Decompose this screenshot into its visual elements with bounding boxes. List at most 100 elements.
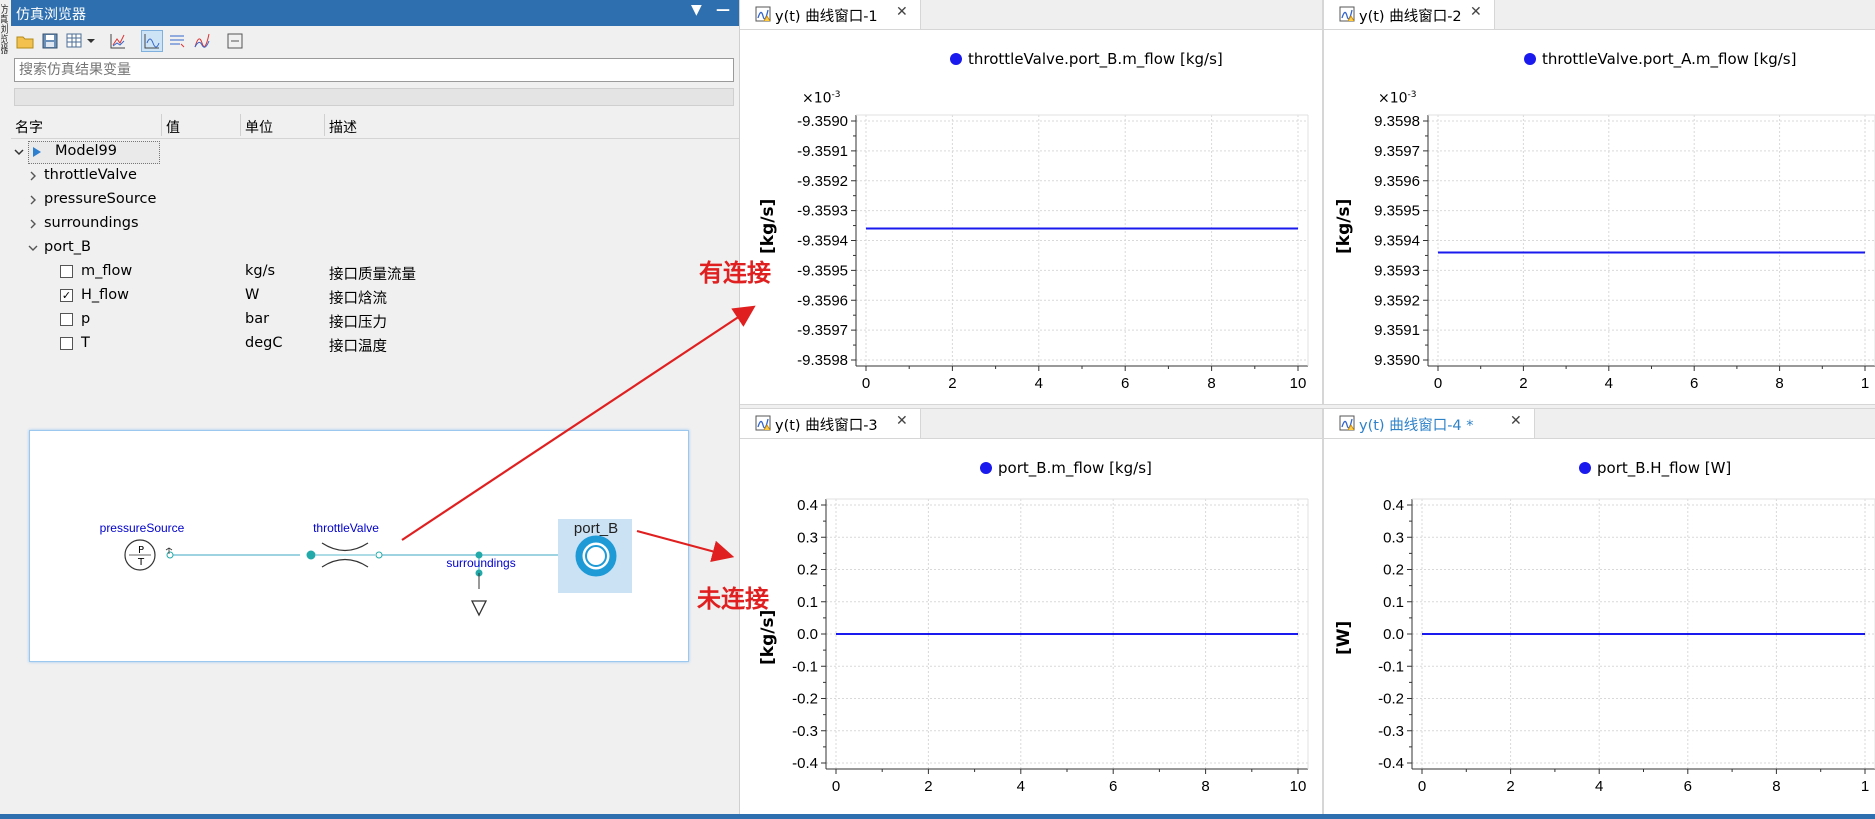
y-tick-label: 0.2 [1383, 562, 1404, 579]
variable-name: p [81, 311, 91, 327]
y-tick-label: 0.4 [797, 497, 818, 514]
status-bar [0, 814, 1875, 819]
label-pressureSource: pressureSource [100, 521, 185, 535]
tree-item-label: surroundings [44, 215, 139, 231]
tree-row-surroundings[interactable]: surroundings [11, 212, 739, 236]
plot-list-icon[interactable] [166, 30, 188, 52]
label-surroundings: surroundings [446, 556, 515, 570]
table-dropdown-icon[interactable] [64, 30, 98, 52]
tree-row-p[interactable]: p bar 接口压力 [11, 308, 739, 332]
x-tick-label: 10 [1290, 778, 1307, 795]
search-input[interactable] [14, 58, 734, 82]
y-tick-label: 9.3597 [1374, 143, 1420, 160]
plot-window-3: y(t) 曲线窗口-3 ✕ port_B.m_flow [kg/s] [kg/s] 0.… [740, 409, 1322, 814]
label-throttleValve: throttleValve [313, 521, 379, 535]
y-tick-label: -9.3596 [797, 292, 848, 309]
panel-title: 仿真浏览器 [16, 7, 86, 23]
chevron-down-icon[interactable] [13, 146, 25, 158]
filter-bar[interactable] [14, 88, 734, 106]
model-diagram: P T pressureSource throttleValve surroun… [29, 430, 689, 662]
variable-description: 接口压力 [329, 315, 387, 331]
y-tick-label: -9.3597 [797, 322, 848, 339]
y-tick-label: 9.3590 [1374, 352, 1420, 369]
y-tick-label: 9.3595 [1374, 203, 1420, 220]
y-tick-label: -0.4 [792, 755, 818, 772]
x-tick-label: 10 [1290, 375, 1307, 392]
x-tick-label: 2 [1519, 375, 1527, 392]
panel-minimize-icon[interactable]: — [716, 2, 730, 18]
x-tick-label: 0 [1434, 375, 1442, 392]
plot-window-1: y(t) 曲线窗口-1 ✕ throttleValve.port_B.m_flow … [740, 0, 1322, 404]
tree-row-root[interactable]: Model99 [11, 140, 739, 164]
tree-item-label: throttleValve [44, 167, 137, 183]
plot-new-icon[interactable] [107, 30, 129, 52]
x-tick-label: 0 [832, 778, 840, 795]
chart-canvas[interactable]: 9.3598 9.3597 9.3596 9.3595 9.3594 9.3593 9.35… [1324, 0, 1875, 404]
column-header-name[interactable]: 名字 [15, 117, 43, 137]
variable-name: H_flow [81, 287, 130, 303]
y-tick-label: -0.3 [1378, 723, 1404, 740]
throttle-valve-symbol[interactable] [306, 542, 383, 568]
y-tick-label: -0.1 [792, 658, 818, 675]
port-b-connector-icon[interactable] [575, 535, 617, 577]
y-tick-label: -9.3598 [797, 352, 848, 369]
open-folder-icon[interactable] [14, 30, 36, 52]
panel-header: 仿真浏览器 ▼ — [11, 0, 739, 26]
simulation-browser-panel: 仿真浏览器 ▼ — 名字 值 [11, 0, 739, 819]
chevron-right-icon[interactable] [27, 218, 39, 230]
y-tick-label: -9.3592 [797, 173, 848, 190]
y-tick-label: -0.4 [1378, 755, 1404, 772]
checkbox-H_flow[interactable]: ✓ [60, 289, 73, 302]
y-tick-label: 9.3592 [1374, 292, 1420, 309]
variable-description: 接口焓流 [329, 291, 387, 307]
chart-canvas[interactable]: 0.4 0.3 0.2 0.1 0.0 -0.1 -0.2 -0.3 -0.4 0 2 4 6 8 10 [740, 409, 1322, 814]
ps-symbol-t: T [137, 557, 145, 568]
plot-yt-icon[interactable] [141, 30, 163, 52]
y-tick-label: 0.1 [797, 594, 818, 611]
y-tick-label: -9.3591 [797, 143, 848, 160]
horizontal-splitter[interactable] [740, 404, 1875, 409]
y-tick-label: 0.0 [797, 626, 818, 643]
annotation-connected: 有连接 [699, 258, 771, 287]
x-tick-label: 4 [1017, 778, 1025, 795]
tree-row-throttleValve[interactable]: throttleValve [11, 164, 739, 188]
column-header-value[interactable]: 值 [166, 117, 180, 137]
y-tick-label: -0.2 [1378, 691, 1404, 708]
plot-window-2: y(t) 曲线窗口-2 ✕ throttleValve.port_A.m_flow … [1324, 0, 1875, 404]
y-tick-label: -9.3594 [797, 233, 848, 250]
save-icon[interactable] [39, 30, 61, 52]
tree-row-port_B[interactable]: port_B [11, 236, 739, 260]
panel-menu-dropdown-icon[interactable]: ▼ [691, 2, 702, 18]
x-tick-label: 8 [1207, 375, 1215, 392]
x-tick-label: 8 [1775, 375, 1783, 392]
chart-canvas[interactable]: 0.4 0.3 0.2 0.1 0.0 -0.1 -0.2 -0.3 -0.4 0 2 4 6 8 1 [1324, 409, 1875, 814]
chart-canvas[interactable]: -9.3590 -9.3591 -9.3592 -9.3593 -9.3594 -9.35… [740, 0, 1322, 404]
x-tick-label: 2 [924, 778, 932, 795]
checkbox-T[interactable] [60, 337, 73, 350]
x-tick-label: 6 [1684, 778, 1692, 795]
plot-xy-icon[interactable] [191, 30, 213, 52]
variable-name: m_flow [81, 263, 133, 279]
toolbar [11, 26, 739, 56]
checkbox-m_flow[interactable] [60, 265, 73, 278]
layout-icon[interactable] [224, 30, 246, 52]
variable-name: T [81, 335, 90, 351]
tree-item-label: pressureSource [44, 191, 157, 207]
chevron-right-icon[interactable] [27, 194, 39, 206]
tree-row-m_flow[interactable]: m_flow kg/s 接口质量流量 [11, 260, 739, 284]
column-header-description[interactable]: 描述 [329, 117, 357, 137]
chevron-right-icon[interactable] [27, 170, 39, 182]
checkbox-p[interactable] [60, 313, 73, 326]
tree-row-H_flow[interactable]: ✓ H_flow W 接口焓流 [11, 284, 739, 308]
x-tick-label: 4 [1595, 778, 1603, 795]
chevron-down-icon[interactable] [27, 242, 39, 254]
side-tab[interactable]: 仿真浏览器 [1, 4, 9, 114]
pressure-source-symbol[interactable] [124, 539, 174, 571]
variable-unit: bar [245, 311, 270, 327]
plot-window-4: y(t) 曲线窗口-4 * ✕ port_B.H_flow [W] [W] 0.4 0.3… [1324, 409, 1875, 814]
tree-row-pressureSource[interactable]: pressureSource [11, 188, 739, 212]
tree-row-T[interactable]: T degC 接口温度 [11, 332, 739, 356]
variable-unit: kg/s [245, 263, 276, 279]
y-tick-label: 9.3593 [1374, 262, 1420, 279]
column-header-unit[interactable]: 单位 [245, 117, 273, 137]
